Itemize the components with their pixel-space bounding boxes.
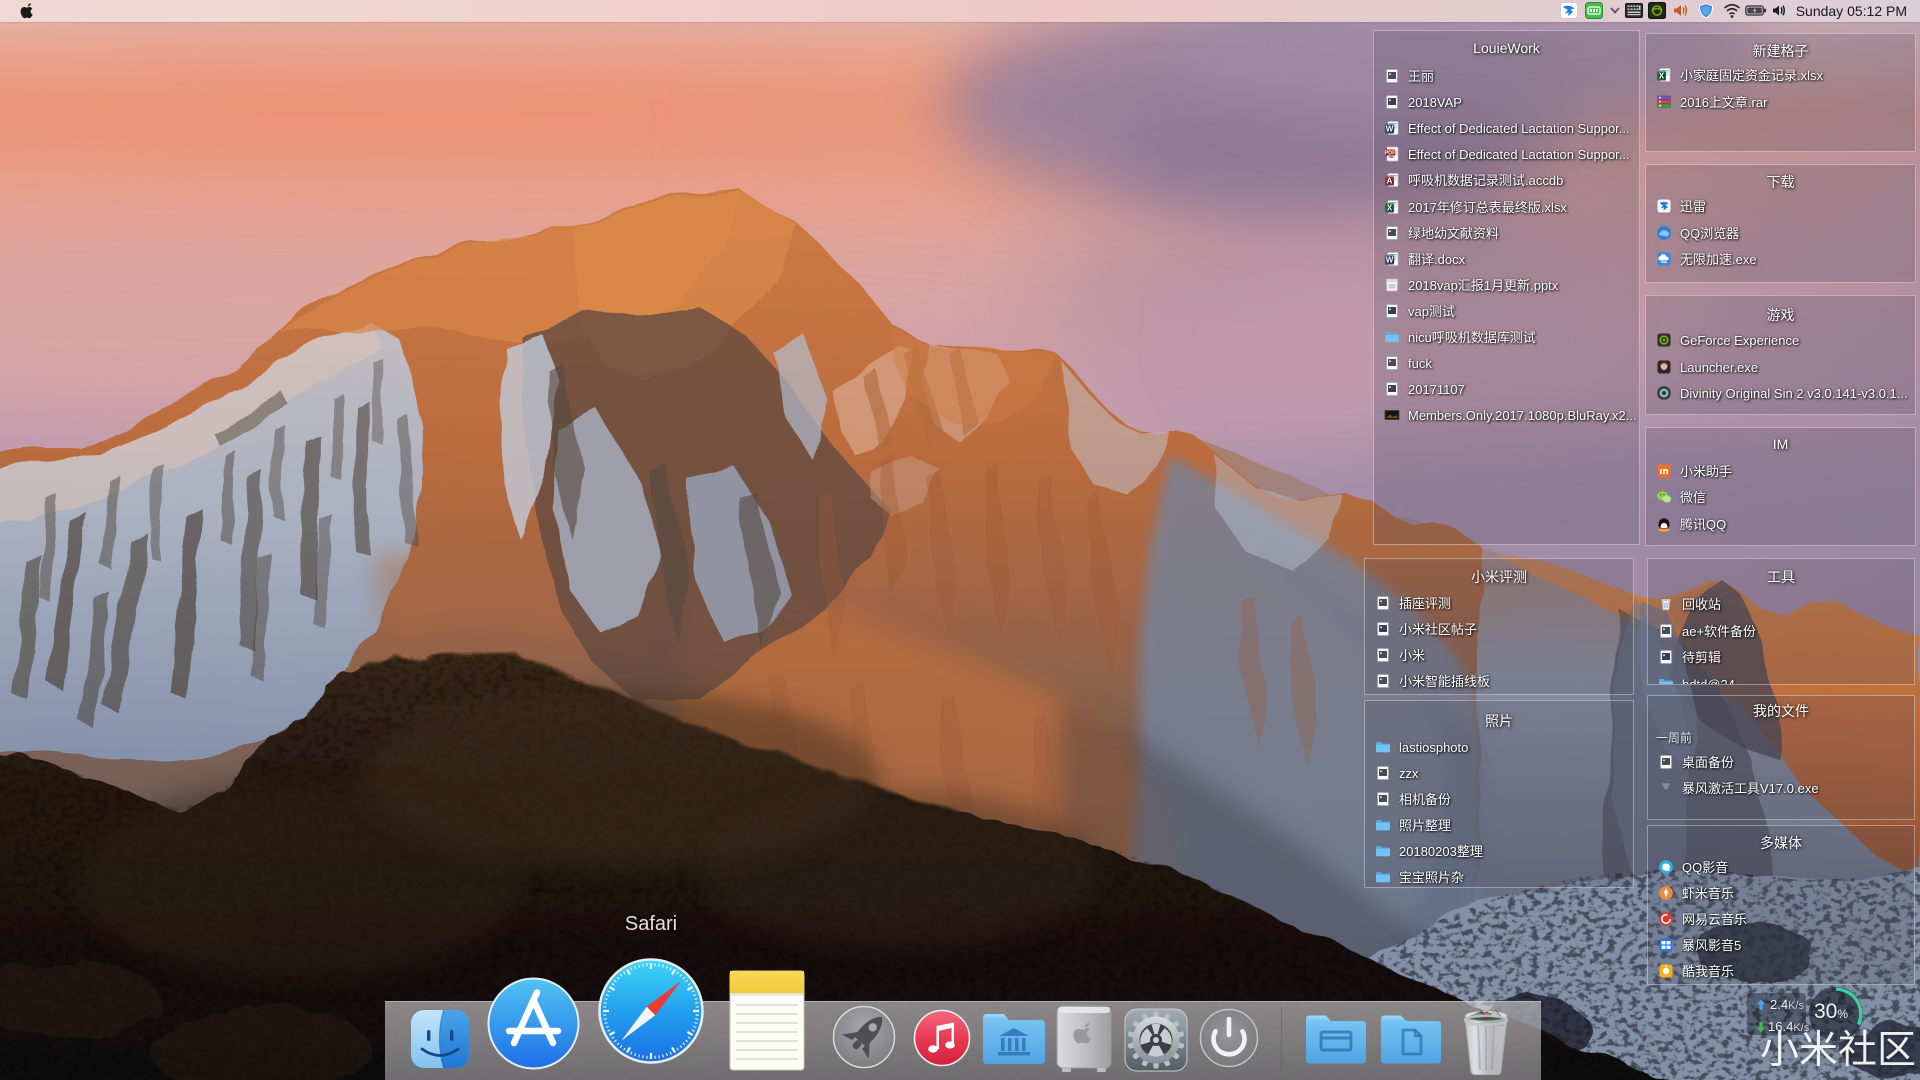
- svg-text:X: X: [1659, 72, 1665, 81]
- svg-text:X: X: [1387, 203, 1393, 212]
- svg-text:A: A: [1387, 177, 1393, 186]
- svg-text:PDF: PDF: [1385, 151, 1397, 157]
- svg-text:W: W: [1386, 125, 1394, 134]
- svg-text:W: W: [1386, 255, 1394, 264]
